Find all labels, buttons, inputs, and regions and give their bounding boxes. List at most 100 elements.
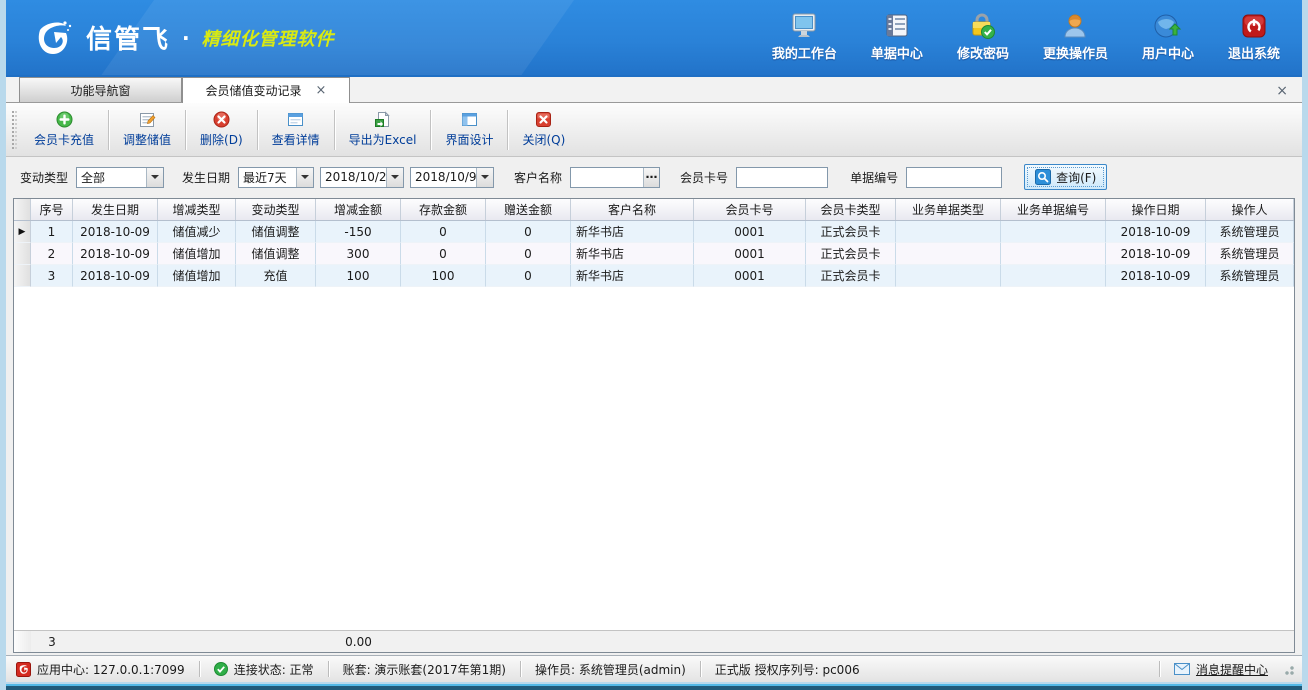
grid-selector-header — [14, 199, 31, 220]
close-icon — [535, 111, 552, 128]
message-center-link[interactable]: 消息提醒中心 — [1196, 661, 1268, 678]
change-type-select[interactable]: 全部 — [76, 167, 164, 188]
search-icon — [1035, 169, 1051, 185]
cell: 300 — [316, 243, 401, 265]
grid-header-row: 序号 发生日期 增减类型 变动类型 增减金额 存款金额 赠送金额 客户名称 会员… — [14, 199, 1294, 221]
cell: 2018-10-09 — [73, 221, 158, 243]
nav-document-center[interactable]: 单据中心 — [867, 11, 927, 64]
date-range-select[interactable]: 最近7天 — [238, 167, 314, 188]
column-header[interactable]: 增减类型 — [158, 199, 236, 220]
table-row[interactable]: ▶ 1 2018-10-09 储值减少 储值调整 -150 0 0 新华书店 0… — [14, 221, 1294, 243]
cell: 0001 — [694, 243, 806, 265]
nav-change-password[interactable]: 修改密码 — [953, 11, 1013, 64]
column-header[interactable]: 赠送金额 — [486, 199, 571, 220]
recharge-icon — [56, 111, 73, 128]
doc-no-input[interactable] — [907, 169, 1001, 186]
card-no-input[interactable] — [737, 169, 827, 186]
cell: 新华书店 — [571, 243, 694, 265]
cell: 储值增加 — [158, 265, 236, 287]
column-header[interactable]: 增减金额 — [316, 199, 401, 220]
summary-amount-total: 0.00 — [316, 635, 401, 649]
toolbar-label: 调整储值 — [123, 131, 171, 148]
brand-tagline: 精细化管理软件 — [202, 25, 335, 51]
summary-selector — [14, 631, 31, 652]
cell: 0001 — [694, 221, 806, 243]
chevron-down-icon[interactable] — [476, 168, 493, 187]
column-header[interactable]: 会员卡号 — [694, 199, 806, 220]
column-header[interactable]: 操作人 — [1206, 199, 1294, 220]
nav-user-center[interactable]: 用户中心 — [1138, 11, 1198, 64]
grid-summary-row: 3 0.00 — [14, 630, 1294, 652]
cell: 100 — [401, 265, 486, 287]
export-excel-button[interactable]: 导出为Excel — [336, 107, 430, 153]
close-button[interactable]: 关闭(Q) — [509, 107, 578, 153]
status-separator — [199, 661, 200, 677]
brand-separator: · — [182, 26, 190, 50]
column-header[interactable]: 发生日期 — [73, 199, 158, 220]
view-details-icon — [287, 111, 304, 128]
column-header[interactable]: 业务单据类型 — [896, 199, 1001, 220]
ellipsis-lookup-icon[interactable]: ⋯ — [643, 168, 659, 187]
adjust-stored-value-button[interactable]: 调整储值 — [110, 107, 184, 153]
brand: 信管飞 · 精细化管理软件 — [32, 18, 335, 58]
chevron-down-icon[interactable] — [386, 168, 403, 187]
status-bar: 应用中心: 127.0.0.1:7099 连接状态: 正常 账套: 演示账套(2… — [6, 655, 1302, 682]
filter-bar: 变动类型 全部 发生日期 最近7天 2018/10/2 2018/10/9 客户… — [6, 157, 1302, 197]
column-header[interactable]: 业务单据编号 — [1001, 199, 1106, 220]
toolbar-label: 删除(D) — [200, 131, 243, 148]
table-row[interactable]: 3 2018-10-09 储值增加 充值 100 100 0 新华书店 0001… — [14, 265, 1294, 287]
column-header[interactable]: 存款金额 — [401, 199, 486, 220]
recharge-button[interactable]: 会员卡充值 — [21, 107, 107, 153]
cell: 0 — [486, 265, 571, 287]
customer-field: ⋯ — [570, 167, 660, 188]
cell: 新华书店 — [571, 221, 694, 243]
ui-design-button[interactable]: 界面设计 — [432, 107, 506, 153]
status-separator — [700, 661, 701, 677]
toolbar-label: 会员卡充值 — [34, 131, 94, 148]
user-center-icon — [1154, 13, 1182, 39]
titlebar-nav: 我的工作台 单据中心 修改密码 — [768, 11, 1284, 64]
toolbar-grip[interactable] — [12, 111, 17, 149]
toolbar-separator — [430, 110, 431, 150]
date-from-select[interactable]: 2018/10/2 — [320, 167, 404, 188]
cell: 正式会员卡 — [806, 221, 896, 243]
table-row[interactable]: 2 2018-10-09 储值增加 储值调整 300 0 0 新华书店 0001… — [14, 243, 1294, 265]
cell: 2018-10-09 — [1106, 221, 1206, 243]
nav-exit-system[interactable]: 退出系统 — [1224, 11, 1284, 64]
export-excel-icon — [374, 111, 391, 128]
cell: 2018-10-09 — [1106, 243, 1206, 265]
tab-close-icon[interactable]: × — [316, 84, 327, 97]
brand-logo-icon — [32, 18, 76, 58]
nav-label: 我的工作台 — [772, 43, 837, 62]
toolbar-separator — [257, 110, 258, 150]
column-header[interactable]: 会员卡类型 — [806, 199, 896, 220]
column-header[interactable]: 序号 — [31, 199, 73, 220]
cell — [1001, 243, 1106, 265]
chevron-down-icon[interactable] — [296, 168, 313, 187]
column-header[interactable]: 操作日期 — [1106, 199, 1206, 220]
nav-switch-operator[interactable]: 更换操作员 — [1039, 11, 1112, 64]
delete-button[interactable]: 删除(D) — [187, 107, 256, 153]
cell: 0 — [486, 243, 571, 265]
resize-grip[interactable] — [1282, 663, 1294, 675]
cell: 2018-10-09 — [73, 243, 158, 265]
date-to-select[interactable]: 2018/10/9 — [410, 167, 494, 188]
date-range-value: 最近7天 — [239, 169, 296, 186]
tab-function-navigator[interactable]: 功能导航窗 — [19, 77, 182, 102]
column-header[interactable]: 变动类型 — [236, 199, 316, 220]
row-selector — [14, 243, 31, 265]
nav-label: 修改密码 — [957, 43, 1009, 62]
account-set-text: 账套: 演示账套(2017年第1期) — [343, 661, 506, 678]
column-header[interactable]: 客户名称 — [571, 199, 694, 220]
view-details-button[interactable]: 查看详情 — [259, 107, 333, 153]
query-button[interactable]: 查询(F) — [1024, 164, 1107, 190]
nav-workbench[interactable]: 我的工作台 — [768, 11, 841, 64]
status-separator — [520, 661, 521, 677]
cell: 储值减少 — [158, 221, 236, 243]
customer-input[interactable] — [571, 169, 643, 186]
tab-member-stored-value-records[interactable]: 会员储值变动记录 × — [182, 77, 350, 103]
tabstrip-close-icon[interactable]: × — [1276, 83, 1288, 99]
cell — [896, 243, 1001, 265]
chevron-down-icon[interactable] — [146, 168, 163, 187]
message-center[interactable]: 消息提醒中心 — [1174, 661, 1268, 678]
